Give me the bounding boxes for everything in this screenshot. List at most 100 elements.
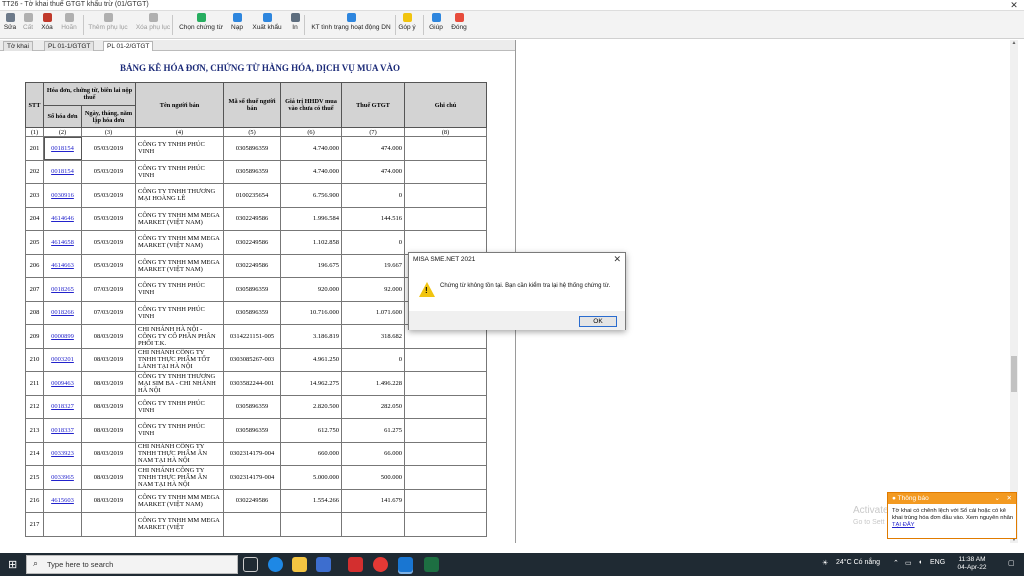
dialog-message: Chứng từ không tồn tại. Bạn cần kiểm tra… bbox=[440, 283, 611, 289]
chrome-icon[interactable] bbox=[373, 557, 388, 572]
value-before-tax: 2.820.500 bbox=[280, 394, 342, 419]
ok-button[interactable]: OK bbox=[579, 316, 617, 327]
invoice-number-link[interactable]: 0018337 bbox=[43, 418, 82, 443]
toolbar-button-8[interactable]: Xuất khẩu bbox=[251, 13, 283, 37]
vat-amount: 500.000 bbox=[341, 465, 405, 490]
misa-icon[interactable] bbox=[398, 557, 413, 572]
file-explorer-icon[interactable] bbox=[292, 557, 307, 572]
note-cell bbox=[404, 206, 487, 231]
table-row[interactable]: 204 4614646 05/03/2019 CÔNG TY TNHH MM MEGA… bbox=[25, 206, 487, 231]
table-row[interactable]: 216 4615603 08/03/2019 CÔNG TY TNHH MM MEGA… bbox=[25, 488, 487, 513]
seller-name: CÔNG TY TNHH PHÚC VINH bbox=[135, 277, 224, 302]
vertical-scrollbar[interactable]: ▲ ▼ bbox=[1010, 40, 1018, 543]
toolbar-button-13[interactable]: Đóng bbox=[451, 13, 467, 37]
toolbar-button-10[interactable]: KT tình trạng hoạt động DN bbox=[309, 13, 393, 37]
tab-pl-01-1[interactable]: PL 01-1/GTGT bbox=[44, 41, 95, 51]
table-row[interactable]: 203 0030916 05/03/2019 CÔNG TY TNHH THƯƠNG … bbox=[25, 183, 487, 208]
tab-pl-01-2[interactable]: PL 01-2/GTGT bbox=[103, 41, 154, 51]
collapse-icon[interactable]: ⌄ bbox=[995, 493, 1000, 504]
note-cell bbox=[404, 512, 487, 537]
value-before-tax: 920.000 bbox=[280, 277, 342, 302]
language-indicator[interactable]: ENG bbox=[930, 559, 945, 566]
table-row[interactable]: 202 0018154 05/03/2019 CÔNG TY TNHH PHÚC VI… bbox=[25, 159, 487, 184]
invoice-date: 05/03/2019 bbox=[81, 183, 136, 208]
invoice-number-link[interactable]: 4614663 bbox=[43, 253, 82, 278]
table-row[interactable]: 215 0033965 08/03/2019 CHI NHÁNH CÔNG TY TN… bbox=[25, 465, 487, 490]
toolbar-button-3[interactable]: Hoãn bbox=[60, 13, 78, 37]
table-row[interactable]: 205 4614658 05/03/2019 CÔNG TY TNHH MM MEGA… bbox=[25, 230, 487, 255]
toolbar-button-label: In bbox=[292, 24, 298, 31]
notification-link[interactable]: TẠI ĐÂY bbox=[892, 522, 915, 528]
message-dialog: MISA SME.NET 2021 ✕ ! Chứng từ không tồn… bbox=[408, 252, 626, 330]
value-before-tax: 4.961.250 bbox=[280, 347, 342, 372]
excel-icon[interactable] bbox=[424, 557, 439, 572]
invoice-number-link[interactable]: 0000899 bbox=[43, 324, 82, 349]
toolbar-button-9[interactable]: In bbox=[288, 13, 302, 37]
toolbar-button-6[interactable]: Chọn chứng từ bbox=[178, 13, 224, 37]
invoice-date: 07/03/2019 bbox=[81, 300, 136, 325]
volume-icon[interactable]: ◖ bbox=[918, 559, 922, 566]
notification-close-icon[interactable]: ✕ bbox=[1007, 493, 1012, 504]
toolbar-button-2[interactable]: Xóa bbox=[40, 13, 54, 37]
dialog-close-icon[interactable]: ✕ bbox=[613, 254, 621, 265]
table-row[interactable]: 201 0018154 05/03/2019 CÔNG TY TNHH PHÚC VI… bbox=[25, 136, 487, 161]
value-before-tax: 1.996.584 bbox=[280, 206, 342, 231]
invoice-number-link[interactable]: 4614646 bbox=[43, 206, 82, 231]
table-row[interactable]: 211 0009463 08/03/2019 CÔNG TY TNHH THƯƠNG … bbox=[25, 371, 487, 396]
windows-start-icon[interactable]: ⊞ bbox=[8, 558, 17, 571]
col-number: (2) bbox=[43, 127, 82, 137]
toolbar-button-7[interactable]: Nạp bbox=[229, 13, 245, 37]
network-icon[interactable]: ▭ bbox=[905, 559, 912, 567]
invoice-date: 08/03/2019 bbox=[81, 347, 136, 372]
store-icon[interactable] bbox=[316, 557, 331, 572]
table-row[interactable]: 213 0018337 08/03/2019 CÔNG TY TNHH PHÚC VI… bbox=[25, 418, 487, 443]
edge-icon[interactable] bbox=[268, 557, 283, 572]
invoice-number-link[interactable]: 0018327 bbox=[43, 394, 82, 419]
task-view-icon[interactable] bbox=[243, 557, 258, 572]
weather-text[interactable]: 24°C Có nắng bbox=[836, 559, 880, 566]
tab-to-khai[interactable]: Tờ khai bbox=[3, 41, 33, 51]
toolbar-button-1[interactable]: Cất bbox=[22, 13, 34, 37]
invoice-number-link[interactable]: 0033965 bbox=[43, 465, 82, 490]
app-icon[interactable] bbox=[348, 557, 363, 572]
clock[interactable]: 11:38 AM 04-Apr-22 bbox=[952, 556, 992, 572]
toolbar-button-11[interactable]: Góp ý bbox=[398, 13, 416, 37]
seller-name: CÔNG TY TNHH MM MEGA MARKET (VIỆT NAM) bbox=[135, 230, 224, 255]
toolbar-button-label: Nạp bbox=[231, 24, 243, 31]
toolbar-button-12[interactable]: Giúp bbox=[428, 13, 444, 37]
invoice-number-link[interactable]: 4615603 bbox=[43, 488, 82, 513]
col-number: (5) bbox=[223, 127, 281, 137]
table-row[interactable]: 217 CÔNG TY TNHH MM MEGA MARKET (VIỆT bbox=[25, 512, 487, 537]
notification-center-icon[interactable]: ▢ bbox=[1008, 559, 1015, 567]
toolbar-button-5[interactable]: Xóa phụ lục bbox=[133, 13, 173, 37]
toolbar-button-4[interactable]: Thêm phụ lục bbox=[88, 13, 128, 37]
tray-chevron-icon[interactable]: ⌃ bbox=[893, 559, 899, 567]
invoice-number-link[interactable]: 0033923 bbox=[43, 441, 82, 466]
toolbar-button-label: Xuất khẩu bbox=[252, 24, 282, 31]
invoice-number-link[interactable]: 0003201 bbox=[43, 347, 82, 372]
report-title: BẢNG KÊ HÓA ĐƠN, CHỨNG TỪ HÀNG HÓA, DỊCH… bbox=[119, 63, 401, 73]
invoice-number-link[interactable]: 0009463 bbox=[43, 371, 82, 396]
invoice-number-link[interactable]: 0018265 bbox=[43, 277, 82, 302]
toolbar-icon bbox=[346, 13, 356, 22]
scroll-up-icon[interactable]: ▲ bbox=[1010, 40, 1018, 46]
invoice-date: 08/03/2019 bbox=[81, 465, 136, 490]
invoice-number-link[interactable]: 0018154 bbox=[43, 159, 82, 184]
invoice-number-link[interactable]: 4614658 bbox=[43, 230, 82, 255]
invoice-number-link[interactable]: 0030916 bbox=[43, 183, 82, 208]
invoice-number-link[interactable]: 0018266 bbox=[43, 300, 82, 325]
window-close-button[interactable]: ✕ bbox=[1008, 0, 1020, 11]
invoice-date: 08/03/2019 bbox=[81, 488, 136, 513]
vat-amount: 144.516 bbox=[341, 206, 405, 231]
toolbar-button-0[interactable]: Sửa bbox=[3, 13, 17, 37]
table-row[interactable]: 212 0018327 08/03/2019 CÔNG TY TNHH PHÚC VI… bbox=[25, 394, 487, 419]
invoice-number-link[interactable] bbox=[43, 512, 82, 537]
col-number: (4) bbox=[135, 127, 224, 137]
table-row[interactable]: 210 0003201 08/03/2019 CHI NHÁNH CÔNG TY TN… bbox=[25, 347, 487, 372]
value-before-tax: 14.962.275 bbox=[280, 371, 342, 396]
taskbar-search[interactable]: ⌕ Type here to search bbox=[26, 555, 238, 574]
value-before-tax: 1.102.858 bbox=[280, 230, 342, 255]
invoice-number-link[interactable]: 0018154 bbox=[43, 136, 82, 161]
table-row[interactable]: 214 0033923 08/03/2019 CHI NHÁNH CÔNG TY TN… bbox=[25, 441, 487, 466]
scroll-thumb[interactable] bbox=[1011, 356, 1017, 392]
